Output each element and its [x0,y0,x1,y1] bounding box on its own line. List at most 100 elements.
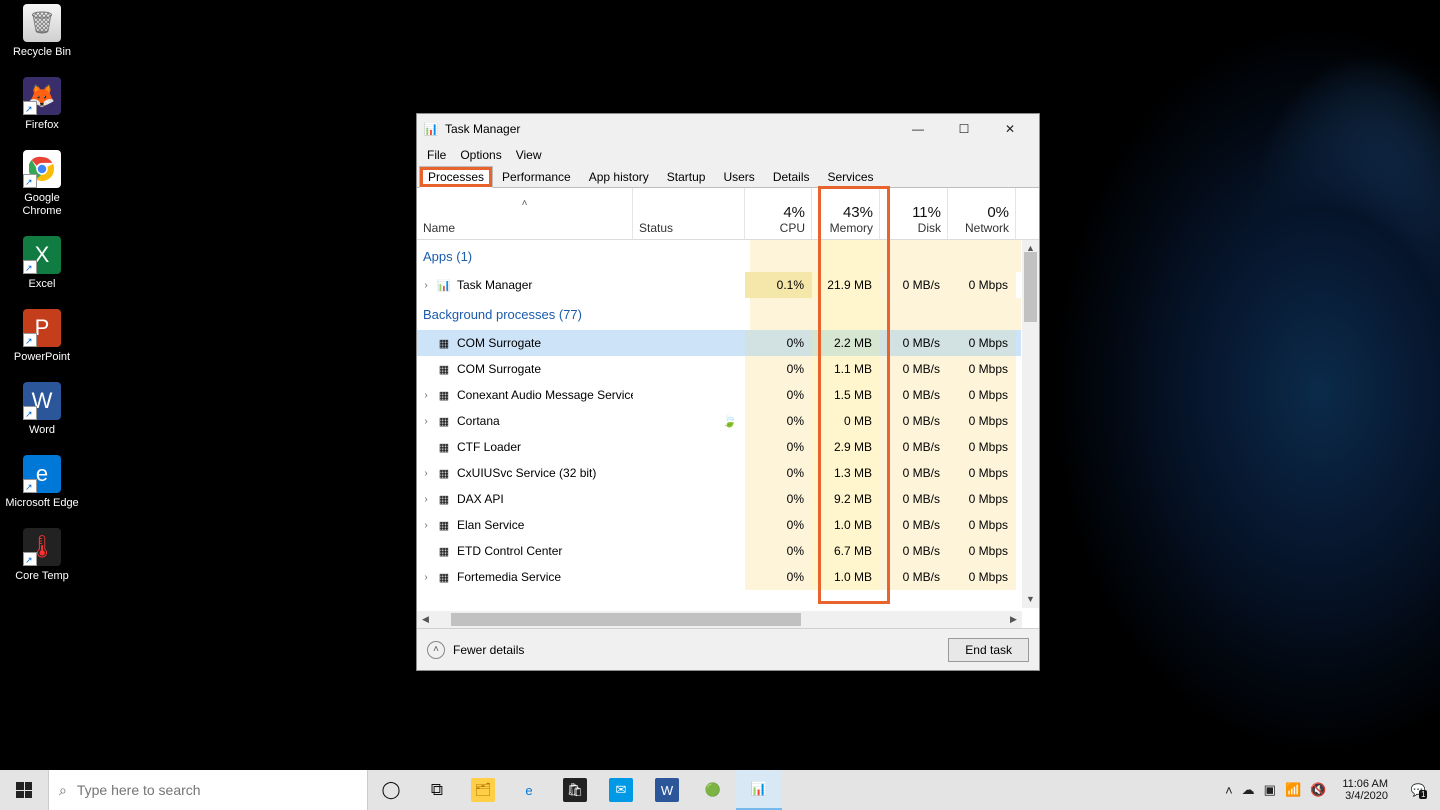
start-button[interactable] [0,770,48,810]
expand-icon[interactable]: › [417,468,435,479]
column-headers: ˄ Name Status 4% CPU 43% Memory 11% Disk… [417,188,1039,240]
expand-icon[interactable]: › [417,494,435,505]
process-name: Fortemedia Service [457,570,633,584]
menu-bar: File Options View [417,144,1039,166]
maximize-button[interactable]: ☐ [941,114,987,144]
group-background[interactable]: Background processes (77) [417,298,1021,330]
tray-chevron-icon[interactable]: ˄ [1225,783,1233,798]
taskbar-app-word[interactable]: W [644,770,690,810]
process-row[interactable]: › ▦ Cortana 🍃 0% 0 MB 0 MB/s 0 Mbps [417,408,1021,434]
minimize-button[interactable]: ― [895,114,941,144]
menu-options[interactable]: Options [454,146,507,164]
cell-disk: 0 MB/s [880,434,948,460]
process-row[interactable]: › 📊 Task Manager 0.1% 21.9 MB 0 MB/s 0 M… [417,272,1021,298]
taskbar-app-taskmgr[interactable]: 📊 [736,770,782,810]
expand-icon[interactable]: › [417,280,435,291]
scroll-thumb[interactable] [1024,252,1037,322]
menu-file[interactable]: File [421,146,452,164]
expand-icon[interactable]: › [417,520,435,531]
column-status[interactable]: Status [633,188,745,239]
cell-disk: 0 MB/s [880,330,948,356]
tab-startup[interactable]: Startup [658,166,715,188]
scroll-down-icon[interactable]: ▼ [1022,591,1039,608]
expand-icon[interactable]: › [417,416,435,427]
desktop-icon-powerpoint[interactable]: P↗ PowerPoint [4,309,80,364]
tray-volume-icon[interactable]: 🔇 [1310,782,1326,798]
process-row[interactable]: ▦ COM Surrogate 0% 2.2 MB 0 MB/s 0 Mbps [417,330,1021,356]
column-disk[interactable]: 11% Disk [880,188,948,239]
tray-battery-icon[interactable]: ▣ [1264,782,1276,798]
process-name: CTF Loader [457,440,633,454]
menu-view[interactable]: View [510,146,548,164]
desktop-icon-excel[interactable]: X↗ Excel [4,236,80,291]
process-row[interactable]: ▦ COM Surrogate 0% 1.1 MB 0 MB/s 0 Mbps [417,356,1021,382]
process-name: Task Manager [457,278,633,292]
tab-processes[interactable]: Processes [419,166,493,188]
scroll-thumb-h[interactable] [451,613,801,626]
column-name[interactable]: ˄ Name [417,188,633,239]
process-row[interactable]: › ▦ Elan Service 0% 1.0 MB 0 MB/s 0 Mbps [417,512,1021,538]
titlebar[interactable]: 📊 Task Manager ― ☐ ✕ [417,114,1039,144]
cell-memory: 1.0 MB [812,564,880,590]
search-input[interactable] [77,782,367,798]
process-name: DAX API [457,492,633,506]
close-button[interactable]: ✕ [987,114,1033,144]
tab-services[interactable]: Services [819,166,883,188]
system-tray[interactable]: ˄ ☁ ▣ 📶 🔇 [1217,782,1334,798]
expand-icon[interactable]: › [417,390,435,401]
cell-cpu: 0.1% [745,272,812,298]
desktop-icon-chrome[interactable]: ↗ Google Chrome [4,150,80,218]
process-icon: 📊 [435,277,453,293]
desktop-icon-firefox[interactable]: 🦊↗ Firefox [4,77,80,132]
taskbar-clock[interactable]: 11:06 AM 3/4/2020 [1334,778,1396,802]
vertical-scrollbar[interactable]: ▲ ▼ [1022,240,1039,608]
column-network[interactable]: 0% Network [948,188,1016,239]
process-name: ETD Control Center [457,544,633,558]
cell-memory: 1.3 MB [812,460,880,486]
taskbar-app-store[interactable]: 🛍 [552,770,598,810]
process-name: Elan Service [457,518,633,532]
tab-performance[interactable]: Performance [493,166,580,188]
group-apps[interactable]: Apps (1) [417,240,1021,272]
process-row[interactable]: › ▦ CxUIUSvc Service (32 bit) 0% 1.3 MB … [417,460,1021,486]
tray-wifi-icon[interactable]: 📶 [1285,782,1301,798]
process-row[interactable]: ▦ CTF Loader 0% 2.9 MB 0 MB/s 0 Mbps [417,434,1021,460]
taskbar-search[interactable]: ⌕ [48,770,368,810]
column-cpu[interactable]: 4% CPU [745,188,812,239]
column-memory[interactable]: 43% Memory [812,188,880,239]
action-center-button[interactable]: 💬 1 [1396,770,1440,810]
taskbar-app-edge[interactable]: e [506,770,552,810]
task-view-button[interactable]: ⧉ [414,770,460,810]
cortana-button[interactable]: ◯ [368,770,414,810]
taskbar: ⌕ ◯ ⧉ 🗂 e 🛍 ✉ W 🟢 📊 ˄ ☁ ▣ 📶 🔇 11:06 AM 3… [0,770,1440,810]
fewer-details-button[interactable]: ˄ Fewer details [427,641,524,659]
tab-users[interactable]: Users [714,166,763,188]
desktop-icon-recycle-bin[interactable]: 🗑 Recycle Bin [4,4,80,59]
process-row[interactable]: › ▦ Fortemedia Service 0% 1.0 MB 0 MB/s … [417,564,1021,590]
taskbar-app-mail[interactable]: ✉ [598,770,644,810]
tab-app-history[interactable]: App history [580,166,658,188]
desktop-icon-word[interactable]: W↗ Word [4,382,80,437]
desktop-icon-core-temp[interactable]: 🌡↗ Core Temp [4,528,80,583]
sort-ascending-icon: ˄ [423,198,626,209]
tray-onedrive-icon[interactable]: ☁ [1242,782,1255,798]
horizontal-scrollbar[interactable]: ◀ ▶ [417,611,1022,628]
taskbar-app-explorer[interactable]: 🗂 [460,770,506,810]
cell-disk: 0 MB/s [880,538,948,564]
process-row[interactable]: › ▦ DAX API 0% 9.2 MB 0 MB/s 0 Mbps [417,486,1021,512]
scroll-left-icon[interactable]: ◀ [417,614,434,625]
end-task-button[interactable]: End task [948,638,1029,662]
cell-memory: 0 MB [812,408,880,434]
tab-details[interactable]: Details [764,166,819,188]
desktop-icon-edge[interactable]: e↗ Microsoft Edge [4,455,80,510]
expand-icon[interactable]: › [417,572,435,583]
cell-disk: 0 MB/s [880,382,948,408]
scroll-right-icon[interactable]: ▶ [1005,614,1022,625]
taskbar-app-chrome[interactable]: 🟢 [690,770,736,810]
process-icon: ▦ [435,465,453,481]
cell-disk: 0 MB/s [880,564,948,590]
cell-network: 0 Mbps [948,564,1016,590]
cell-network: 0 Mbps [948,272,1016,298]
process-row[interactable]: › ▦ Conexant Audio Message Service 0% 1.… [417,382,1021,408]
process-row[interactable]: ▦ ETD Control Center 0% 6.7 MB 0 MB/s 0 … [417,538,1021,564]
